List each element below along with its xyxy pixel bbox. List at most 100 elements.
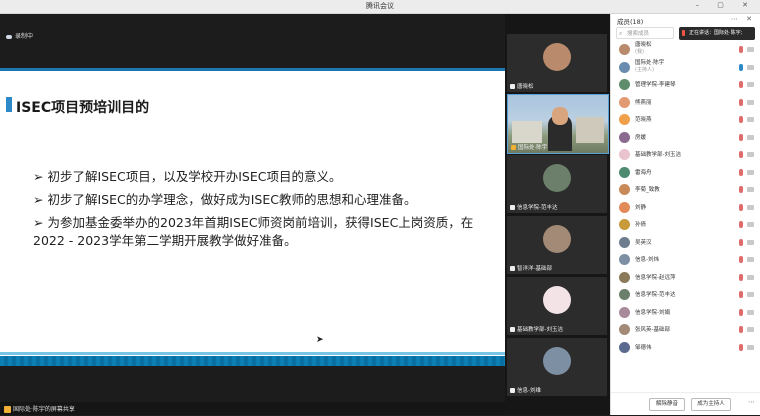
participant-name: 基础教学部-刘玉洁 bbox=[635, 152, 681, 158]
become-host-button[interactable]: 成为主持人 bbox=[691, 398, 731, 411]
participant-name: 李菊_致教 bbox=[635, 187, 660, 193]
mic-muted-icon[interactable] bbox=[739, 151, 743, 158]
participants-header: 成员(18) bbox=[617, 18, 644, 26]
camera-icon[interactable] bbox=[747, 327, 754, 332]
avatar bbox=[619, 131, 630, 143]
camera-icon[interactable] bbox=[747, 344, 754, 350]
video-tile[interactable]: 基础教学部-刘玉洁 bbox=[507, 277, 607, 335]
video-tile-active-speaker[interactable]: 国际处·陈宇 bbox=[507, 94, 609, 154]
participant-name: 张风英-基础部 bbox=[635, 327, 670, 333]
main-stage: 录制中 ISEC项目预培训目的 ➢ 初步了解ISEC项目，以及学校开办ISEC项目… bbox=[0, 14, 505, 415]
video-tile[interactable]: 智洋洋-基础部 bbox=[507, 216, 607, 274]
participant-row[interactable]: 管理学院-李建琴 bbox=[611, 77, 760, 95]
panel-footer: 解除静音 成为主持人 ⋯ bbox=[611, 392, 760, 416]
participant-row[interactable]: 雷海舟 bbox=[611, 165, 760, 183]
participant-row[interactable]: 张风英-基础部 bbox=[611, 322, 760, 340]
search-input[interactable]: ⌕ 搜索成员 bbox=[616, 27, 674, 39]
mic-muted-icon[interactable] bbox=[739, 63, 743, 71]
search-icon: ⌕ bbox=[619, 30, 623, 37]
mic-muted-icon[interactable] bbox=[739, 46, 743, 53]
camera-icon[interactable] bbox=[747, 274, 754, 280]
mic-muted-icon[interactable] bbox=[739, 133, 743, 141]
participant-row[interactable]: 基础教学部-刘玉洁 bbox=[611, 147, 760, 165]
participant-row[interactable]: 唐晓松 (我) bbox=[611, 42, 760, 60]
mic-muted-icon[interactable] bbox=[739, 291, 743, 298]
cloud-icon bbox=[6, 34, 12, 39]
participant-row[interactable]: 国际处·陈宇 (主持人) bbox=[611, 60, 760, 78]
participant-row[interactable]: 信息学院-赵远萍 bbox=[611, 270, 760, 288]
mic-muted-icon[interactable] bbox=[739, 116, 743, 123]
avatar bbox=[619, 44, 630, 55]
camera-icon[interactable] bbox=[747, 204, 754, 210]
participant-row[interactable]: 信息-刘炜 bbox=[611, 252, 760, 270]
mic-icon bbox=[510, 388, 515, 393]
camera-icon[interactable] bbox=[747, 222, 754, 227]
video-tile[interactable]: 信息学院-范丰达 bbox=[507, 155, 607, 213]
participant-row[interactable]: 房媛 bbox=[611, 130, 760, 148]
avatar bbox=[619, 219, 630, 230]
camera-icon[interactable] bbox=[747, 117, 754, 122]
participant-name: 范晓燕 bbox=[635, 117, 652, 123]
participant-row[interactable]: 李菊_致教 bbox=[611, 182, 760, 200]
participant-row[interactable]: 刘静 bbox=[611, 200, 760, 218]
participant-row[interactable]: 邹德伟 bbox=[611, 340, 760, 358]
mic-muted-icon[interactable] bbox=[739, 308, 743, 316]
mic-muted-icon[interactable] bbox=[739, 273, 743, 281]
camera-icon[interactable] bbox=[747, 47, 754, 52]
participant-name: 房媛 bbox=[635, 134, 647, 141]
camera-icon[interactable] bbox=[747, 99, 754, 105]
participant-name: 雷海舟 bbox=[635, 169, 652, 176]
mic-icon bbox=[510, 266, 515, 271]
participant-name: 管理学院-李建琴 bbox=[635, 82, 676, 88]
video-tile[interactable]: 信息-刘维 bbox=[507, 338, 607, 396]
participant-row[interactable]: 信息学院-范丰达 bbox=[611, 287, 760, 305]
camera-icon[interactable] bbox=[747, 152, 754, 157]
participant-row[interactable]: 信息学院-刘娟 bbox=[611, 305, 760, 323]
avatar bbox=[543, 225, 571, 253]
video-filmstrip: 唐晓松 国际处·陈宇 信息学院-范丰达 智洋洋-基础部 基础教学部-刘玉洁 信息… bbox=[505, 14, 610, 415]
window-title: 腾讯会议 bbox=[366, 2, 394, 10]
mic-muted-icon[interactable] bbox=[739, 238, 743, 246]
camera-icon[interactable] bbox=[747, 239, 754, 245]
window-controls[interactable]: – ▢ ✕ bbox=[696, 1, 756, 9]
slide-top-line bbox=[0, 68, 505, 71]
avatar bbox=[619, 306, 630, 318]
participant-row[interactable]: 孙倩 bbox=[611, 217, 760, 235]
camera-icon[interactable] bbox=[747, 169, 754, 175]
mic-muted-icon[interactable] bbox=[739, 98, 743, 106]
mic-muted-icon[interactable] bbox=[739, 326, 743, 333]
participant-name: 信息学院-刘娟 bbox=[635, 309, 670, 316]
camera-icon[interactable] bbox=[747, 292, 754, 297]
camera-icon[interactable] bbox=[747, 134, 754, 140]
mouse-cursor-icon: ➤ bbox=[316, 335, 324, 345]
mic-muted-icon[interactable] bbox=[739, 186, 743, 193]
participant-row[interactable]: 吴英汉 bbox=[611, 235, 760, 253]
mic-muted-icon[interactable] bbox=[739, 81, 743, 88]
mic-muted-icon[interactable] bbox=[739, 343, 743, 351]
video-tile[interactable]: 唐晓松 bbox=[507, 34, 607, 92]
avatar bbox=[619, 201, 630, 213]
slide-bullets: ➢ 初步了解ISEC项目，以及学校开办ISEC项目的意义。 ➢ 初步了解ISEC的办… bbox=[33, 168, 483, 255]
participant-row[interactable]: 熊燕丽 bbox=[611, 95, 760, 113]
avatar bbox=[619, 166, 630, 178]
avatar bbox=[619, 61, 630, 73]
mic-icon bbox=[511, 145, 516, 150]
mic-muted-icon[interactable] bbox=[739, 168, 743, 176]
shared-slide: ISEC项目预培训目的 ➢ 初步了解ISEC项目，以及学校开办ISEC项目的意义。… bbox=[0, 68, 505, 366]
unmute-all-button[interactable]: 解除静音 bbox=[649, 398, 685, 411]
mic-muted-icon[interactable] bbox=[739, 203, 743, 211]
camera-icon[interactable] bbox=[747, 309, 754, 315]
camera-icon[interactable] bbox=[747, 257, 754, 262]
speaking-indicator: 正在讲话：国际处·陈宇; bbox=[679, 27, 755, 40]
participant-name: 刘静 bbox=[635, 204, 647, 211]
participant-row[interactable]: 范晓燕 bbox=[611, 112, 760, 130]
mic-muted-icon[interactable] bbox=[739, 221, 743, 228]
more-icon[interactable]: ⋯ bbox=[748, 398, 755, 406]
recording-label: 录制中 bbox=[15, 33, 34, 40]
mic-muted-icon[interactable] bbox=[739, 256, 743, 263]
camera-icon[interactable] bbox=[747, 82, 754, 87]
camera-icon[interactable] bbox=[747, 187, 754, 192]
share-label: 国际处·陈宇的屏幕共享 bbox=[13, 406, 75, 413]
panel-controls[interactable]: ⋯ ✕ bbox=[731, 15, 755, 23]
camera-icon[interactable] bbox=[747, 64, 754, 70]
